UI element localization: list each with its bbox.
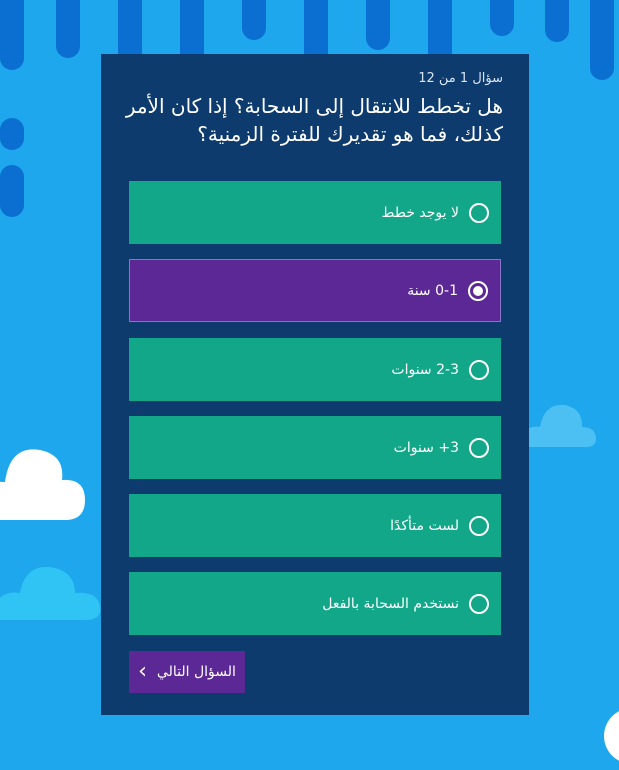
radio-icon[interactable] <box>469 593 489 614</box>
answer-label: لا يوجد خطط <box>381 204 459 221</box>
background-bar <box>366 0 390 50</box>
radio-checked-icon[interactable] <box>468 280 488 301</box>
radio-icon[interactable] <box>469 437 489 458</box>
cloud-icon <box>604 711 619 761</box>
quiz-card: سؤال 1 من 12 هل تخطط للانتقال إلى السحاب… <box>101 54 529 715</box>
radio-icon[interactable] <box>469 515 489 536</box>
answer-option-0-1-year[interactable]: 0-1 سنة <box>129 259 501 322</box>
background-bar <box>590 0 614 80</box>
background-bar <box>0 0 24 70</box>
background-bar <box>0 118 24 150</box>
cloud-icon <box>521 404 596 447</box>
answer-label: 3+ سنوات <box>393 439 459 456</box>
answer-option-not-sure[interactable]: لست متأكدًا <box>129 494 501 557</box>
answer-option-already-cloud[interactable]: نستخدم السحابة بالفعل <box>129 572 501 635</box>
background-bar <box>0 165 24 217</box>
answer-label: نستخدم السحابة بالفعل <box>322 595 459 612</box>
next-question-button[interactable]: ‹ السؤال التالي <box>129 651 245 693</box>
cloud-icon <box>0 449 85 520</box>
chevron-left-icon: ‹ <box>138 659 147 684</box>
answer-label: 2-3 سنوات <box>391 361 459 378</box>
next-question-label: السؤال التالي <box>156 664 236 680</box>
background-bar <box>242 0 266 40</box>
question-counter: سؤال 1 من 12 <box>418 71 503 86</box>
answer-label: 0-1 سنة <box>407 282 458 299</box>
answer-option-2-3-years[interactable]: 2-3 سنوات <box>129 338 501 401</box>
answer-option-3plus-years[interactable]: 3+ سنوات <box>129 416 501 479</box>
background-bar <box>490 0 514 36</box>
radio-icon[interactable] <box>469 202 489 223</box>
answer-option-no-plans[interactable]: لا يوجد خطط <box>129 181 501 244</box>
cloud-icon <box>0 566 101 620</box>
question-text: هل تخطط للانتقال إلى السحابة؟ إذا كان ال… <box>125 94 503 146</box>
answer-label: لست متأكدًا <box>390 517 459 534</box>
radio-icon[interactable] <box>469 359 489 380</box>
background-bar <box>56 0 80 58</box>
background-bar <box>545 0 569 42</box>
